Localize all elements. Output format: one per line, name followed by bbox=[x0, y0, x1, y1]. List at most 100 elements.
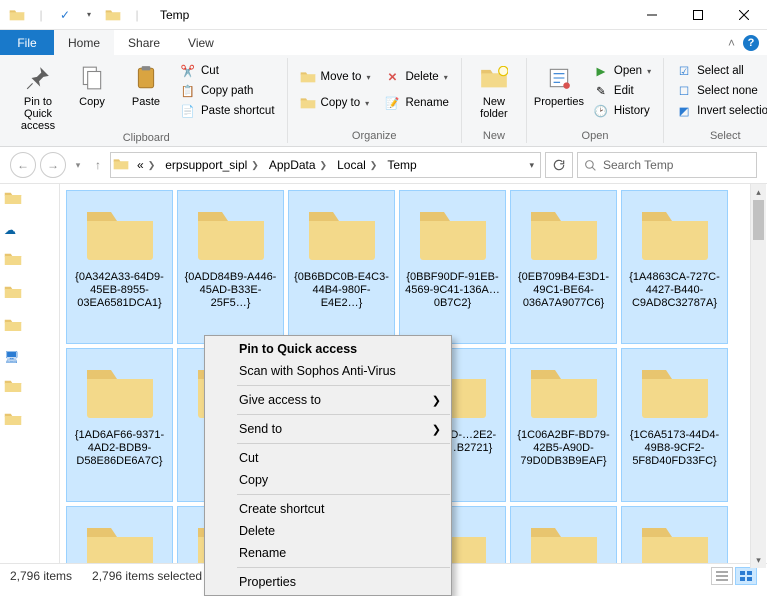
rename-button[interactable]: 📝Rename bbox=[380, 94, 452, 112]
search-icon bbox=[584, 159, 597, 172]
pin-icon bbox=[22, 62, 54, 94]
folder-item[interactable]: {0ADD84B9-A446-45AD-B33E-25F5…} bbox=[177, 190, 284, 344]
folder-icon bbox=[528, 203, 600, 263]
folder-item[interactable]: {0B6BDC0B-E4C3-44B4-980F-E4E2…} bbox=[288, 190, 395, 344]
paste-shortcut-button[interactable]: 📄Paste shortcut bbox=[176, 102, 279, 120]
collapse-ribbon-icon[interactable]: ˄ bbox=[728, 36, 735, 50]
folder-item[interactable]: {0A342A33-64D9-45EB-8955-03EA6581DCA1} bbox=[66, 190, 173, 344]
folder-item[interactable]: {1AD6AF66-9371-4AD2-BDB9-D58E86DE6A7C} bbox=[66, 348, 173, 502]
new-folder-button[interactable]: New folder bbox=[470, 58, 518, 120]
invert-icon: ◩ bbox=[676, 103, 692, 119]
move-to-button[interactable]: Move to▾ bbox=[296, 68, 375, 86]
cm-send-to[interactable]: Send to❯ bbox=[205, 418, 451, 440]
this-pc-icon: 🖥 bbox=[4, 350, 55, 364]
path-segment[interactable]: AppData❯ bbox=[265, 158, 331, 172]
menu-separator bbox=[237, 414, 450, 415]
path-segment[interactable]: «❯ bbox=[133, 158, 159, 172]
move-icon bbox=[300, 69, 316, 85]
path-segment[interactable]: erpsupport_sipl❯ bbox=[161, 158, 263, 172]
select-none-button[interactable]: ☐Select none bbox=[672, 82, 767, 100]
cm-scan-sophos[interactable]: Scan with Sophos Anti-Virus bbox=[205, 360, 451, 382]
checkmark-icon[interactable]: ✓ bbox=[56, 6, 74, 24]
pin-to-quick-access-button[interactable]: Pin to Quick access bbox=[14, 58, 62, 132]
folder-name: {0ADD84B9-A446-45AD-B33E-25F5…} bbox=[182, 271, 279, 310]
path-segment[interactable]: Temp bbox=[383, 158, 420, 172]
cm-copy[interactable]: Copy bbox=[205, 469, 451, 491]
title-bar: | ✓ ▾ | Temp bbox=[0, 0, 767, 30]
copy-button[interactable]: Copy bbox=[68, 58, 116, 120]
folder-icon bbox=[195, 203, 267, 263]
path-segment[interactable]: Local❯ bbox=[333, 158, 381, 172]
ribbon: Pin to Quick access Copy Paste ✂️Cut 📋Co… bbox=[0, 55, 767, 147]
cm-delete[interactable]: Delete bbox=[205, 520, 451, 542]
breadcrumb[interactable]: «❯ erpsupport_sipl❯ AppData❯ Local❯ Temp… bbox=[110, 152, 541, 178]
cm-rename[interactable]: Rename bbox=[205, 542, 451, 564]
scissors-icon: ✂️ bbox=[180, 63, 196, 79]
delete-button[interactable]: ✕Delete▾ bbox=[380, 68, 452, 86]
properties-button[interactable]: Properties bbox=[535, 58, 583, 120]
invert-selection-button[interactable]: ◩Invert selection bbox=[672, 102, 767, 120]
cm-give-access-to[interactable]: Give access to❯ bbox=[205, 389, 451, 411]
cm-create-shortcut[interactable]: Create shortcut bbox=[205, 498, 451, 520]
edit-button[interactable]: ✎Edit bbox=[589, 82, 655, 100]
vertical-scrollbar[interactable]: ▴ ▾ bbox=[750, 184, 766, 568]
group-new: New folder New bbox=[462, 58, 527, 143]
folder-name: {0A342A33-64D9-45EB-8955-03EA6581DCA1} bbox=[71, 271, 168, 310]
onedrive-icon: ☁ bbox=[4, 223, 55, 237]
properties-icon bbox=[543, 62, 575, 94]
cut-button[interactable]: ✂️Cut bbox=[176, 62, 279, 80]
cm-properties[interactable]: Properties bbox=[205, 571, 451, 593]
cm-cut[interactable]: Cut bbox=[205, 447, 451, 469]
chevron-right-icon: ❯ bbox=[148, 160, 156, 171]
home-tab[interactable]: Home bbox=[54, 30, 114, 55]
folder-icon bbox=[4, 284, 55, 303]
folder-item[interactable] bbox=[66, 506, 173, 563]
search-input[interactable]: Search Temp bbox=[577, 152, 757, 178]
folder-item[interactable]: {0EB709B4-E3D1-49C1-BE64-036A7A9077C6} bbox=[510, 190, 617, 344]
select-none-icon: ☐ bbox=[676, 83, 692, 99]
paste-button[interactable]: Paste bbox=[122, 58, 170, 120]
details-view-button[interactable] bbox=[711, 567, 733, 585]
path-dropdown-icon[interactable]: ▾ bbox=[525, 160, 538, 171]
chevron-right-icon: ❯ bbox=[320, 160, 328, 171]
help-icon[interactable]: ? bbox=[743, 35, 759, 51]
scroll-down-icon[interactable]: ▾ bbox=[751, 552, 766, 568]
open-button[interactable]: ▶Open▾ bbox=[589, 62, 655, 80]
folder-item[interactable]: {1C06A2BF-BD79-42B5-A90D-79D0DB3B9EAF} bbox=[510, 348, 617, 502]
folder-icon bbox=[528, 519, 600, 563]
scroll-up-icon[interactable]: ▴ bbox=[751, 184, 766, 200]
folder-item[interactable]: {0BBF90DF-91EB-4569-9C41-136A…0B7C2} bbox=[399, 190, 506, 344]
refresh-button[interactable] bbox=[545, 152, 573, 178]
navigation-pane[interactable]: ☁ 🖥 bbox=[0, 184, 60, 563]
group-organize: Move to▾ Copy to▾ ✕Delete▾ 📝Rename Organ… bbox=[288, 58, 462, 143]
back-button[interactable]: ← bbox=[10, 152, 36, 178]
view-tab[interactable]: View bbox=[174, 30, 228, 55]
up-button[interactable]: ↑ bbox=[90, 152, 106, 178]
folder-name: {1C06A2BF-BD79-42B5-A90D-79D0DB3B9EAF} bbox=[515, 429, 612, 468]
forward-button[interactable]: → bbox=[40, 152, 66, 178]
minimize-button[interactable] bbox=[629, 0, 675, 30]
share-tab[interactable]: Share bbox=[114, 30, 174, 55]
folder-item[interactable]: {1A4863CA-727C-4427-B440-C9AD8C32787A} bbox=[621, 190, 728, 344]
history-button[interactable]: 🕑History bbox=[589, 102, 655, 120]
folder-item[interactable] bbox=[621, 506, 728, 563]
folder-icon bbox=[84, 203, 156, 263]
folder-name: {0EB709B4-E3D1-49C1-BE64-036A7A9077C6} bbox=[515, 271, 612, 310]
scrollbar-thumb[interactable] bbox=[753, 200, 764, 240]
copy-to-button[interactable]: Copy to▾ bbox=[296, 94, 375, 112]
cm-pin-to-quick-access[interactable]: Pin to Quick access bbox=[205, 338, 451, 360]
folder-icon bbox=[113, 156, 131, 174]
history-icon: 🕑 bbox=[593, 103, 609, 119]
recent-locations-button[interactable]: ▾ bbox=[70, 152, 86, 178]
large-icons-view-button[interactable] bbox=[735, 567, 757, 585]
folder-item[interactable] bbox=[510, 506, 617, 563]
close-button[interactable] bbox=[721, 0, 767, 30]
maximize-button[interactable] bbox=[675, 0, 721, 30]
qat-dropdown-icon[interactable]: ▾ bbox=[80, 6, 98, 24]
copy-path-button[interactable]: 📋Copy path bbox=[176, 82, 279, 100]
group-clipboard: Pin to Quick access Copy Paste ✂️Cut 📋Co… bbox=[6, 58, 288, 143]
file-tab[interactable]: File bbox=[0, 30, 54, 55]
open-icon: ▶ bbox=[593, 63, 609, 79]
select-all-button[interactable]: ☑Select all bbox=[672, 62, 767, 80]
folder-item[interactable]: {1C6A5173-44D4-49B8-9CF2-5F8D40FD33FC} bbox=[621, 348, 728, 502]
